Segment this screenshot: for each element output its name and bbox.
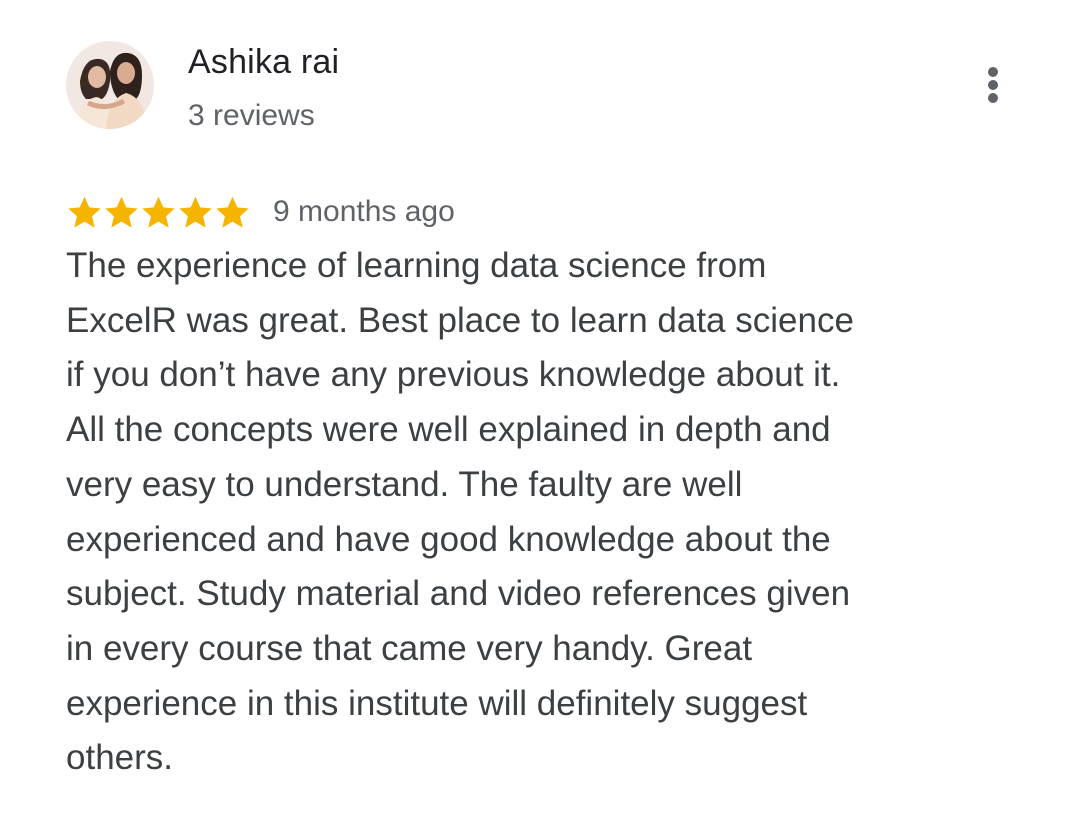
rating-row: 9 months ago <box>66 190 455 234</box>
review-text-line: in every course that came very handy. Gr… <box>66 628 753 668</box>
star-icon <box>142 196 175 228</box>
star-icon <box>105 196 138 228</box>
review-text-line: if you don’t have any previous knowledge… <box>66 355 841 395</box>
reviewer-name[interactable]: Ashika rai <box>188 42 339 82</box>
more-vertical-icon-dot-2 <box>988 80 998 90</box>
more-options-button[interactable] <box>970 60 1018 110</box>
review-card: Ashika rai 3 reviews 9 months ago The ex… <box>0 0 1080 839</box>
review-text-line: experienced and have good knowledge abou… <box>66 519 831 559</box>
review-text: The experience of learning data science … <box>66 239 956 786</box>
review-date: 9 months ago <box>273 195 455 228</box>
reviewer-review-count[interactable]: 3 reviews <box>188 98 315 134</box>
star-icon <box>216 196 249 228</box>
review-text-line: ExcelR was great. Best place to learn da… <box>66 300 854 340</box>
reviewer-avatar[interactable] <box>66 41 154 129</box>
star-rating <box>66 194 251 231</box>
star-icon <box>179 196 212 228</box>
review-text-line: The experience of learning data science … <box>66 246 767 285</box>
more-vertical-icon <box>988 67 998 77</box>
more-vertical-icon-dot-3 <box>988 93 998 103</box>
review-text-line: others. <box>66 738 173 778</box>
review-text-line: All the concepts were well explained in … <box>66 410 831 450</box>
star-icon <box>68 196 101 228</box>
review-text-line: experience in this institute will defini… <box>66 683 808 723</box>
review-text-line: very easy to understand. The faulty are … <box>66 464 743 504</box>
avatar-photo-icon <box>66 41 154 129</box>
review-text-line: subject. Study material and video refere… <box>66 574 851 614</box>
